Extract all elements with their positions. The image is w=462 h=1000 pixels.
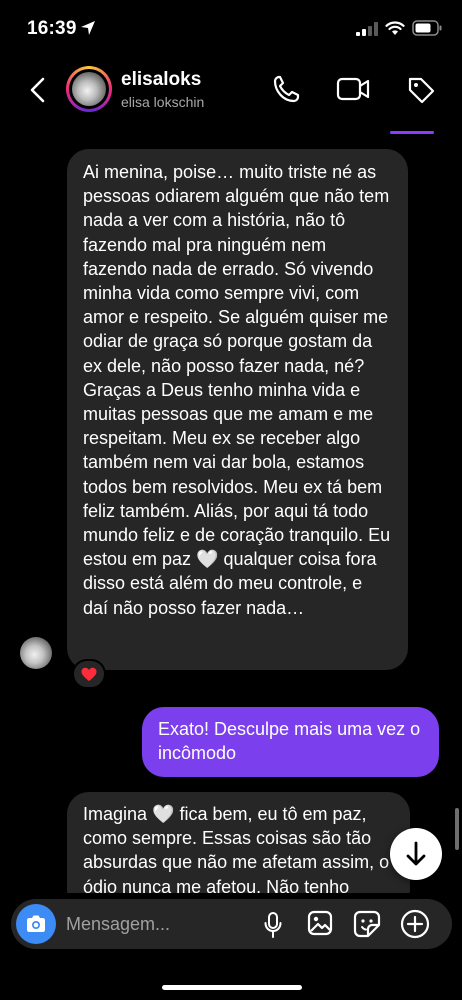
reaction-badge[interactable] (72, 659, 106, 689)
tag-icon[interactable] (406, 75, 436, 105)
scroll-to-bottom-button[interactable] (390, 828, 442, 880)
cellular-signal-icon (356, 22, 378, 36)
heart-reaction-icon (81, 667, 97, 681)
header-accent-line (390, 131, 434, 134)
message-composer (11, 899, 452, 949)
chat-header: elisaloks elisa lokschin (0, 58, 462, 134)
phone-icon[interactable] (272, 74, 300, 104)
message-input[interactable] (66, 899, 256, 949)
sticker-icon[interactable] (353, 910, 381, 938)
battery-icon (412, 20, 442, 36)
contact-avatar[interactable] (66, 66, 112, 112)
camera-icon (27, 915, 45, 932)
contact-username[interactable]: elisaloks (121, 69, 201, 91)
add-icon[interactable] (400, 909, 430, 939)
camera-button[interactable] (16, 904, 56, 944)
sender-avatar[interactable] (20, 637, 52, 669)
avatar-photo (72, 72, 106, 106)
status-bar: 16:39 (0, 0, 462, 58)
scrollbar[interactable] (455, 808, 459, 850)
incoming-message[interactable]: Ai menina, poise… muito triste né as pes… (67, 149, 408, 670)
wifi-icon (385, 21, 405, 35)
contact-full-name[interactable]: elisa lokschin (121, 94, 204, 110)
location-arrow-icon (81, 21, 95, 35)
outgoing-message[interactable]: Exato! Desculpe mais uma vez o incômodo (142, 707, 439, 777)
gallery-icon[interactable] (307, 910, 333, 936)
status-time: 16:39 (27, 18, 77, 39)
home-indicator (162, 985, 302, 990)
back-icon[interactable] (27, 76, 49, 104)
video-call-icon[interactable] (336, 76, 370, 102)
arrow-down-icon (406, 841, 426, 866)
mic-icon[interactable] (263, 911, 283, 939)
